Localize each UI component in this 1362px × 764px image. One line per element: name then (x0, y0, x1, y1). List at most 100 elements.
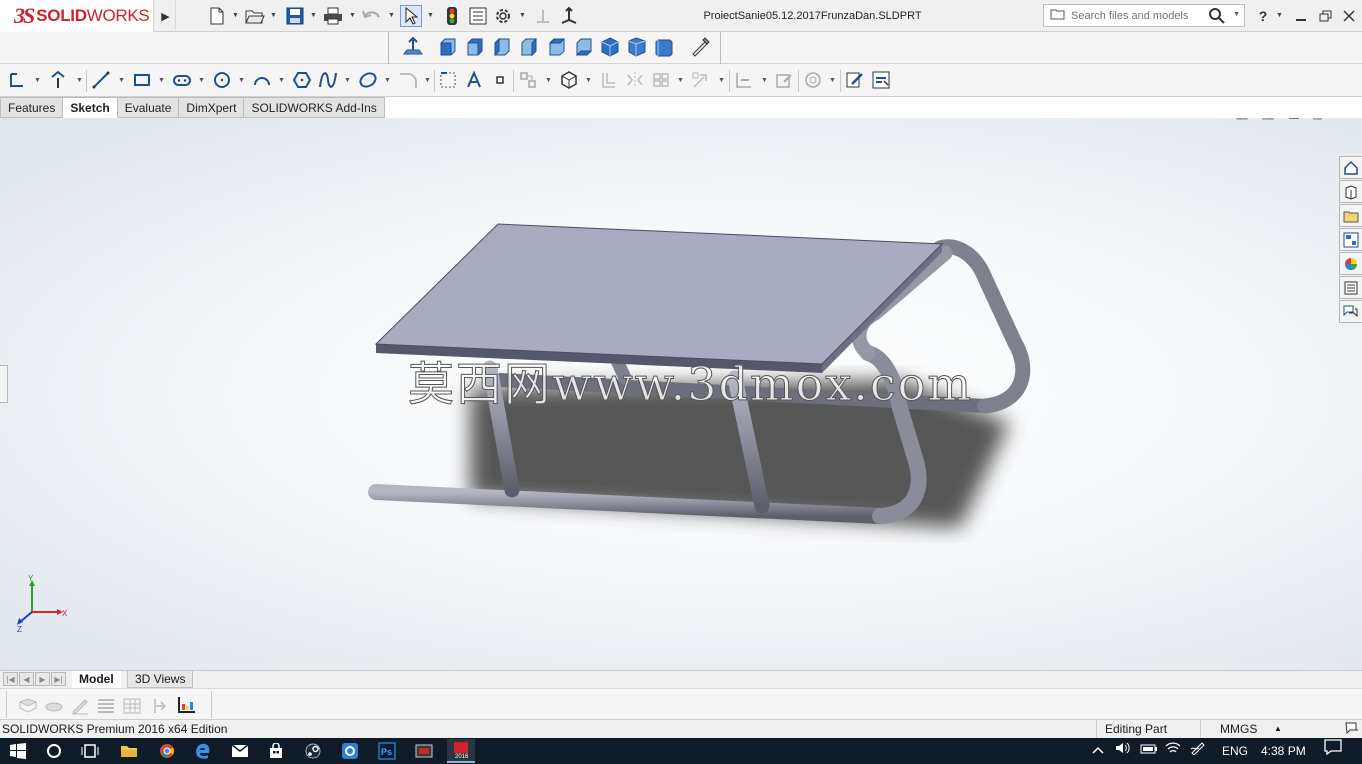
sketch-fillet-icon[interactable] (397, 69, 419, 91)
offset-entities-icon[interactable] (598, 69, 620, 91)
view-dimetric-icon[interactable] (653, 36, 675, 58)
store-icon[interactable] (262, 739, 290, 763)
convert-dropdown-arrow[interactable]: ▼ (545, 77, 552, 84)
view-selector-icon[interactable] (689, 36, 711, 58)
mail-icon[interactable] (226, 739, 254, 763)
undo-dropdown-arrow[interactable]: ▼ (388, 12, 396, 20)
task-view-icon[interactable] (76, 739, 104, 763)
first-tab-icon[interactable]: |◀ (3, 672, 18, 686)
magnifier-icon[interactable] (1208, 7, 1226, 28)
restore-icon[interactable] (1314, 4, 1338, 28)
design-library-icon[interactable] (1339, 180, 1362, 203)
arc-dropdown-arrow[interactable]: ▼ (278, 77, 285, 84)
windows-start-icon[interactable] (4, 739, 32, 763)
file-explorer-icon[interactable] (1339, 204, 1362, 227)
solidworks-logo[interactable]: 3S SOLIDWORKS (0, 0, 154, 32)
quick-tips-icon[interactable] (1345, 721, 1359, 738)
relations-dropdown-arrow[interactable]: ▼ (761, 77, 768, 84)
line-dropdown-arrow[interactable]: ▼ (118, 77, 125, 84)
view-left-icon[interactable] (490, 36, 512, 58)
rectangle-dropdown-arrow[interactable]: ▼ (158, 77, 165, 84)
view-trimetric-icon[interactable] (626, 36, 648, 58)
pattern-dropdown-arrow[interactable]: ▼ (677, 77, 684, 84)
file-explorer-taskbar-icon[interactable] (115, 739, 143, 763)
help-dropdown-arrow[interactable]: ▼ (1276, 12, 1284, 20)
sketch-3d-dropdown-arrow[interactable]: ▼ (585, 77, 592, 84)
rebuild-traffic-light-icon[interactable] (441, 5, 463, 27)
search-input[interactable] (1071, 9, 1211, 22)
tab-dimxpert[interactable]: DimXpert (179, 97, 245, 118)
ellipse-icon[interactable] (357, 69, 379, 91)
rapid-sketch-icon[interactable] (844, 69, 866, 91)
search-dropdown-arrow[interactable]: ▼ (1233, 11, 1240, 18)
instant-2d-icon[interactable] (870, 69, 892, 91)
table-grid-icon[interactable] (121, 695, 143, 717)
options-dropdown-arrow[interactable]: ▼ (519, 12, 527, 20)
tab-evaluate[interactable]: Evaluate (117, 97, 180, 118)
chart-icon[interactable] (176, 694, 198, 716)
normal-to-icon[interactable] (402, 36, 424, 58)
plane-icon[interactable] (437, 69, 459, 91)
move-entities-icon[interactable] (690, 69, 712, 91)
quick-snaps-icon[interactable] (802, 69, 824, 91)
lines-list-icon[interactable] (95, 695, 117, 717)
solidworks-taskbar-icon[interactable]: 2016 (447, 739, 475, 763)
smart-dimension-icon[interactable] (48, 69, 70, 91)
fillet-dropdown-arrow[interactable]: ▼ (424, 77, 431, 84)
graphics-area[interactable]: 莫西网www.3dmox.com Y X Z (0, 118, 1362, 670)
sketch-dropdown-arrow[interactable]: ▼ (34, 77, 41, 84)
save-icon[interactable] (284, 5, 306, 27)
section-view-icon[interactable] (148, 695, 170, 717)
mirror-entities-icon[interactable] (624, 69, 646, 91)
view-isometric-icon[interactable] (599, 36, 621, 58)
view-back-icon[interactable] (463, 36, 485, 58)
unit-system-selector[interactable]: MMGS ▲ (1200, 720, 1335, 738)
convert-entities-icon[interactable] (517, 69, 539, 91)
view-palette-icon[interactable] (1339, 228, 1362, 251)
select-cursor-icon[interactable] (400, 5, 422, 27)
rectangle-icon[interactable] (131, 69, 153, 91)
select-dropdown-arrow[interactable]: ▼ (427, 12, 435, 20)
save-dropdown-arrow[interactable]: ▼ (310, 12, 318, 20)
steam-icon[interactable] (299, 739, 327, 763)
eraser-icon[interactable] (43, 695, 65, 717)
move-dropdown-arrow[interactable]: ▼ (718, 77, 725, 84)
pen-ink-icon[interactable] (1190, 738, 1206, 764)
close-icon[interactable] (1337, 4, 1361, 28)
tab-solidworks-add-ins[interactable]: SOLIDWORKS Add-Ins (244, 97, 385, 118)
new-dropdown-arrow[interactable]: ▼ (232, 12, 240, 20)
arc-icon[interactable] (251, 69, 273, 91)
circle-icon[interactable] (211, 69, 233, 91)
search-box[interactable]: ▼ (1043, 4, 1245, 27)
view-bottom-icon[interactable] (572, 36, 594, 58)
coordinate-axis-icon[interactable] (558, 5, 580, 27)
circle-dropdown-arrow[interactable]: ▼ (238, 77, 245, 84)
undo-icon[interactable] (361, 5, 383, 27)
tab-3d-views[interactable]: 3D Views (127, 671, 194, 688)
display-relations-icon[interactable] (733, 69, 755, 91)
menu-expand-button[interactable]: ▶ (156, 0, 176, 32)
ellipse-dropdown-arrow[interactable]: ▼ (384, 77, 391, 84)
view-right-icon[interactable] (517, 36, 539, 58)
chrome-icon[interactable] (153, 739, 181, 763)
text-icon[interactable] (463, 69, 485, 91)
prev-tab-icon[interactable]: ◀ (19, 672, 34, 686)
appearances-icon[interactable] (1339, 252, 1362, 275)
point-icon[interactable] (489, 69, 511, 91)
open-folder-icon[interactable] (244, 5, 266, 27)
repair-sketch-icon[interactable] (773, 69, 795, 91)
action-center-icon[interactable] (1324, 738, 1342, 764)
media-app-icon[interactable] (410, 739, 438, 763)
show-hidden-icons-icon[interactable] (1092, 738, 1104, 764)
forum-icon[interactable] (1339, 300, 1362, 323)
line-icon[interactable] (90, 69, 112, 91)
wifi-icon[interactable] (1165, 738, 1181, 764)
last-tab-icon[interactable]: ▶| (51, 672, 66, 686)
balloon-icon[interactable] (17, 695, 39, 717)
spline-icon[interactable] (317, 69, 339, 91)
options-gear-icon[interactable] (492, 5, 514, 27)
language-indicator[interactable]: ENG (1222, 738, 1248, 764)
sketch-icon[interactable] (6, 69, 28, 91)
battery-icon[interactable] (1140, 738, 1158, 764)
next-tab-icon[interactable]: ▶ (35, 672, 50, 686)
